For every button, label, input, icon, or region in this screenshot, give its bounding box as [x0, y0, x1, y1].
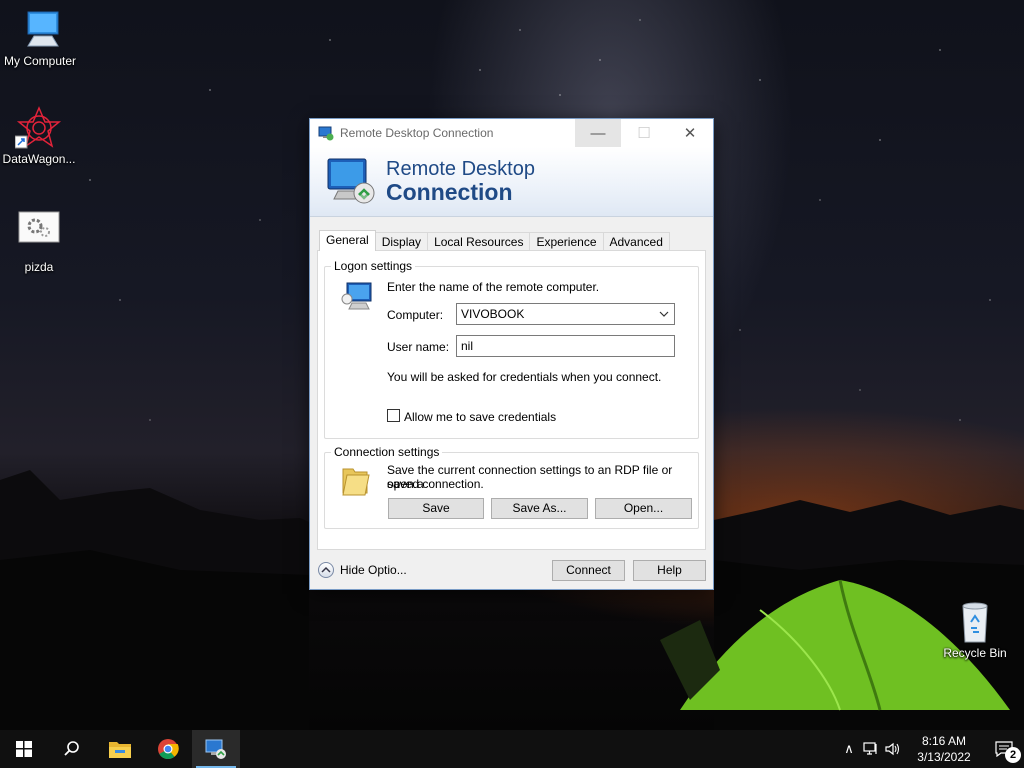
open-button[interactable]: Open...	[595, 498, 692, 519]
chrome-button[interactable]	[144, 730, 192, 768]
save-credentials-label[interactable]: Allow me to save credentials	[404, 410, 556, 424]
logon-settings-group: Logon settings Enter the name of the rem…	[324, 259, 699, 439]
action-center-button[interactable]: 2	[984, 730, 1024, 768]
clock-date: 3/13/2022	[917, 750, 971, 764]
help-button[interactable]: Help	[633, 560, 706, 581]
connection-settings-title: Connection settings	[331, 445, 443, 459]
logon-instruction: Enter the name of the remote computer.	[387, 280, 600, 294]
file-explorer-button[interactable]	[96, 730, 144, 768]
credentials-note: You will be asked for credentials when y…	[387, 370, 662, 384]
tab-local-resources[interactable]: Local Resources	[427, 232, 531, 251]
window-titlebar[interactable]: Remote Desktop Connection — ☐ ✕	[310, 119, 713, 147]
chevron-up-icon	[318, 562, 334, 578]
computer-icon	[16, 8, 64, 52]
close-button[interactable]: ✕	[667, 119, 713, 147]
desktop-icon-pizda[interactable]: pizda	[0, 208, 79, 274]
options-tabs: General Display Local Resources Experien…	[319, 230, 670, 251]
search-icon	[64, 741, 79, 756]
notifications-badge: 2	[1005, 747, 1021, 763]
save-button[interactable]: Save	[388, 498, 484, 519]
save-as-button[interactable]: Save As...	[491, 498, 588, 519]
clock-time: 8:16 AM	[921, 734, 967, 748]
desktop-icon-label: My Computer	[3, 54, 77, 68]
window-title: Remote Desktop Connection	[340, 126, 494, 140]
system-tray: ∧ 8:16 AM 3/13/2022 2	[838, 730, 1024, 768]
remote-desktop-icon	[205, 739, 226, 759]
username-label: User name:	[387, 340, 450, 354]
chrome-icon	[158, 739, 179, 760]
desktop-icon-label: Recycle Bin	[943, 646, 1007, 660]
search-button[interactable]	[48, 730, 96, 768]
show-hidden-icons-button[interactable]: ∧	[838, 730, 860, 768]
computer-label: Computer:	[387, 308, 444, 322]
computer-user-icon	[341, 282, 372, 310]
logon-settings-title: Logon settings	[331, 259, 416, 273]
desktop-icon-datawagon[interactable]: DataWagon...	[0, 106, 79, 166]
windows-start-icon	[16, 741, 32, 757]
desktop-icon-recycle-bin[interactable]: Recycle Bin	[935, 600, 1015, 660]
save-credentials-checkbox[interactable]	[387, 409, 400, 422]
remote-desktop-taskbar-button[interactable]	[192, 730, 240, 768]
tab-advanced[interactable]: Advanced	[602, 232, 670, 251]
desktop-icon-my-computer[interactable]: My Computer	[0, 8, 80, 68]
banner-title-line2: Connection	[386, 179, 513, 205]
remote-desktop-large-icon	[327, 158, 375, 204]
recycle-bin-icon	[951, 600, 999, 644]
banner-title-line1: Remote Desktop	[386, 158, 535, 180]
tab-general[interactable]: General	[319, 230, 376, 251]
datawagon-icon	[14, 106, 63, 150]
desktop-icon-label: pizda	[24, 260, 54, 274]
taskbar-clock[interactable]: 8:16 AM 3/13/2022	[904, 733, 984, 765]
chevron-down-icon	[659, 311, 669, 317]
remote-desktop-small-icon	[318, 126, 334, 141]
connect-button[interactable]: Connect	[552, 560, 625, 581]
window-banner: Remote Desktop Connection	[310, 147, 713, 217]
volume-icon[interactable]	[882, 730, 904, 768]
minimize-button[interactable]: —	[575, 119, 621, 147]
folder-icon	[342, 468, 370, 496]
tab-display[interactable]: Display	[374, 232, 429, 251]
tab-experience[interactable]: Experience	[529, 232, 604, 251]
computer-select[interactable]: VIVOBOOK	[456, 303, 675, 325]
taskbar: ∧ 8:16 AM 3/13/2022 2	[0, 730, 1024, 768]
connection-settings-group: Connection settings Save the current con…	[324, 445, 699, 529]
remote-desktop-window: Remote Desktop Connection — ☐ ✕ Remote D…	[309, 118, 714, 590]
file-explorer-icon	[109, 742, 131, 758]
general-tab-panel: Logon settings Enter the name of the rem…	[317, 250, 706, 550]
maximize-button[interactable]: ☐	[621, 119, 667, 147]
network-icon[interactable]	[860, 730, 882, 768]
settings-file-icon	[15, 208, 63, 252]
connection-description-line2: saved connection.	[387, 477, 484, 491]
start-button[interactable]	[0, 730, 48, 768]
hide-options-label: Hide Optio...	[340, 563, 407, 577]
hide-options-toggle[interactable]: Hide Optio...	[318, 562, 407, 578]
computer-value: VIVOBOOK	[461, 307, 525, 321]
username-input[interactable]	[456, 335, 675, 357]
desktop-icon-label: DataWagon...	[2, 152, 76, 166]
